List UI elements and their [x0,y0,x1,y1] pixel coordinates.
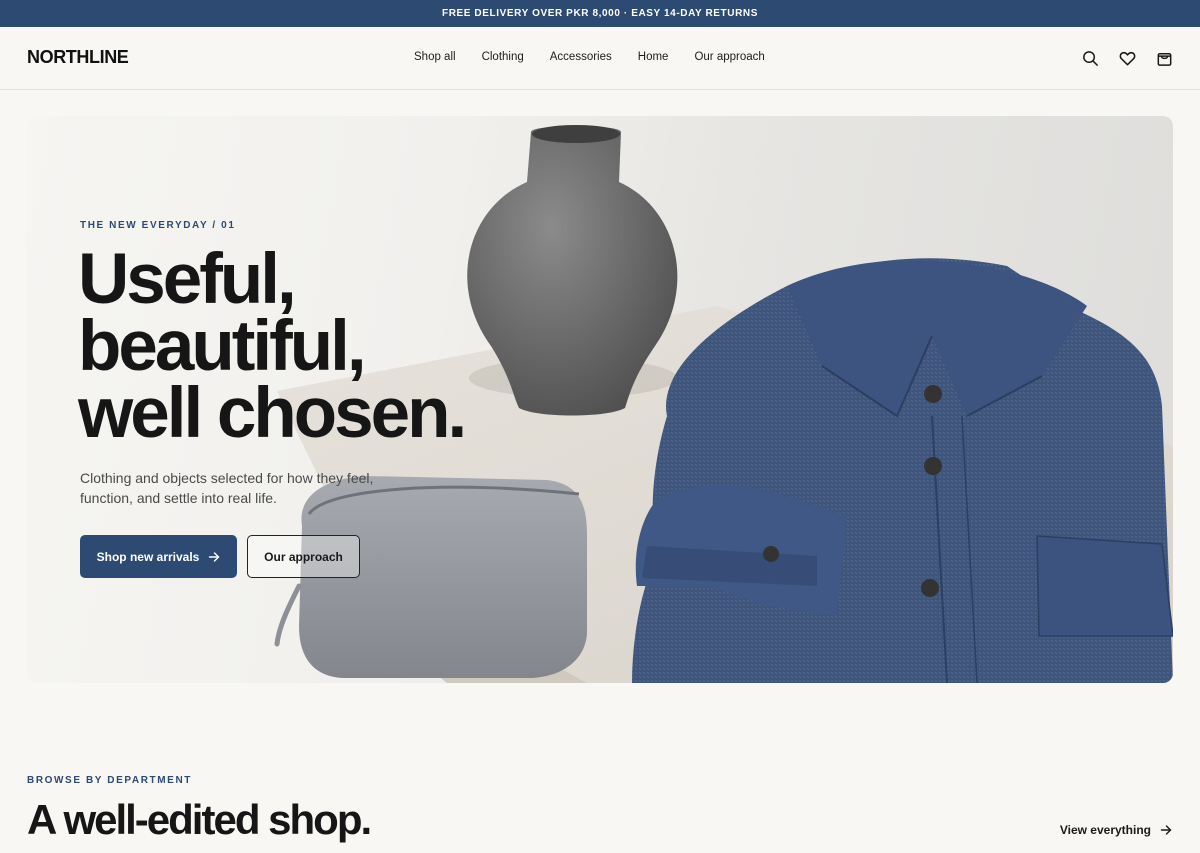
view-everything-label: View everything [1059,823,1151,837]
view-everything-link[interactable]: View everything [1060,823,1172,837]
search-icon[interactable] [1081,49,1100,68]
nav-home[interactable]: Home [638,51,669,63]
our-approach-label: Our approach [264,549,343,564]
nav-our-approach[interactable]: Our approach [694,51,764,63]
announcement-bar: FREE DELIVERY OVER PKR 8,000 · EASY 14-D… [0,0,1200,27]
bag-icon[interactable] [1155,49,1174,68]
announcement-text: FREE DELIVERY OVER PKR 8,000 · EASY 14-D… [441,8,758,19]
site-header: NORTHLINE Shop all Clothing Accessories … [0,27,1200,90]
hero-banner: THE NEW EVERYDAY / 01 Useful, beautiful,… [27,116,1173,683]
nav-accessories[interactable]: Accessories [550,51,612,63]
nav-shop-all[interactable]: Shop all [414,51,456,63]
header-icons [1081,49,1174,68]
main-nav: Shop all Clothing Accessories Home Our a… [414,51,791,63]
browse-eyebrow: BROWSE BY DEPARTMENT [27,775,192,786]
shop-new-arrivals-label: Shop new arrivals [96,549,200,564]
browse-title: A well-edited shop. [27,796,372,843]
headline-line-3: well chosen. [78,374,467,453]
arrow-right-icon [1160,825,1172,835]
hero-headline: Useful, beautiful, well chosen. [78,240,598,453]
nav-clothing[interactable]: Clothing [482,51,524,63]
shop-new-arrivals-button[interactable]: Shop new arrivals [80,535,237,578]
heart-icon[interactable] [1118,49,1137,68]
logo[interactable]: NORTHLINE [27,47,129,68]
headline-line-1: Useful, [78,240,297,319]
hero-eyebrow: THE NEW EVERYDAY / 01 [80,220,236,231]
headline-line-2: beautiful, [78,307,367,386]
arrow-right-icon [209,551,220,562]
our-approach-button[interactable]: Our approach [247,535,360,578]
hero-subtext: Clothing and objects selected for how th… [80,470,374,506]
